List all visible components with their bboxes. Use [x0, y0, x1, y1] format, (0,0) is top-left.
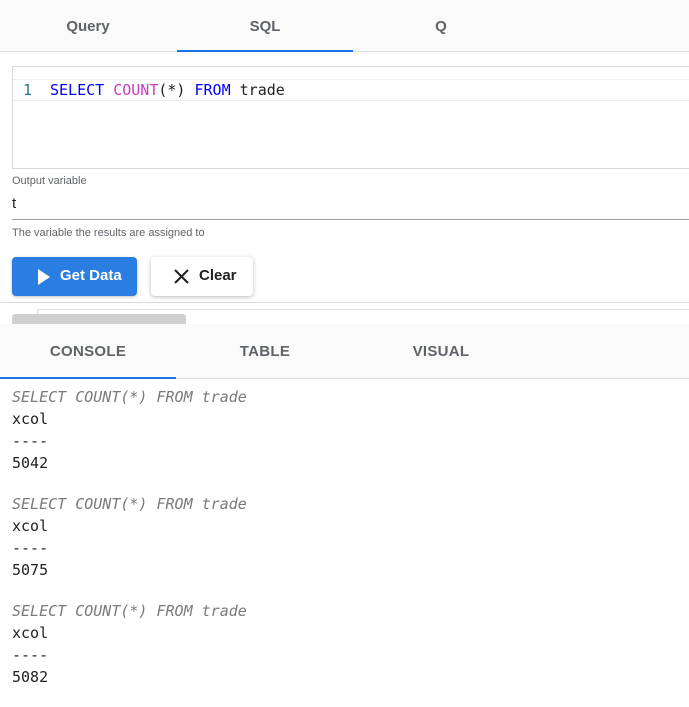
console-query: SELECT COUNT(*) FROM trade	[12, 495, 247, 513]
close-icon	[174, 269, 189, 284]
tab-query-label: Query	[66, 17, 110, 35]
active-tab-indicator	[0, 377, 176, 379]
horizontal-scrollbar-thumb[interactable]	[12, 314, 186, 324]
result-tab-bar: CONSOLE TABLE VISUAL	[0, 324, 689, 379]
get-data-label: Get Data	[60, 267, 122, 284]
output-variable-underline	[12, 219, 689, 220]
count-args: (*)	[158, 81, 186, 99]
console-entry: SELECT COUNT(*) FROM trade xcol ---- 507…	[12, 493, 682, 600]
play-icon	[38, 269, 50, 285]
tab-visual[interactable]: VISUAL	[353, 324, 529, 379]
console-value: 5075	[12, 561, 49, 579]
function-count: COUNT	[113, 81, 159, 99]
tab-visual-label: VISUAL	[412, 343, 470, 360]
tab-q-label: Q	[435, 17, 447, 35]
console-column: xcol	[12, 410, 49, 428]
tab-console[interactable]: CONSOLE	[0, 324, 176, 379]
tab-q[interactable]: Q	[353, 0, 529, 52]
tab-sql[interactable]: SQL	[177, 0, 353, 52]
clear-button[interactable]: Clear	[151, 257, 253, 296]
console-divider: ----	[12, 432, 49, 450]
console-query: SELECT COUNT(*) FROM trade	[12, 388, 247, 406]
tab-table-label: TABLE	[239, 343, 291, 360]
output-variable-label: Output variable	[12, 175, 87, 187]
table-name: trade	[239, 81, 285, 99]
tab-sql-label: SQL	[249, 17, 281, 35]
console-column: xcol	[12, 517, 49, 535]
tab-table[interactable]: TABLE	[177, 324, 353, 379]
tab-console-label: CONSOLE	[49, 343, 127, 360]
clear-label: Clear	[199, 267, 237, 284]
console-entry: SELECT COUNT(*) FROM trade xcol ---- 504…	[12, 386, 682, 493]
console-value: 5082	[12, 668, 49, 686]
active-tab-indicator	[177, 50, 353, 52]
keyword-from: FROM	[194, 81, 231, 99]
console-entry: SELECT COUNT(*) FROM trade xcol ---- 508…	[12, 600, 682, 707]
output-variable-input[interactable]: t	[12, 195, 16, 212]
line-number: 1	[23, 81, 33, 99]
divider	[0, 302, 689, 303]
console-divider: ----	[12, 539, 49, 557]
top-tab-bar: Query SQL Q	[0, 0, 689, 52]
console-query: SELECT COUNT(*) FROM trade	[12, 602, 247, 620]
keyword-select: SELECT	[50, 81, 105, 99]
console-output: SELECT COUNT(*) FROM trade xcol ---- 504…	[12, 386, 682, 707]
code-line[interactable]: SELECT COUNT(*) FROM trade	[50, 79, 285, 101]
console-column: xcol	[12, 624, 49, 642]
console-value: 5042	[12, 454, 49, 472]
output-variable-hint: The variable the results are assigned to	[12, 227, 205, 239]
sql-editor[interactable]: 1 SELECT COUNT(*) FROM trade	[12, 66, 689, 169]
tab-query[interactable]: Query	[0, 0, 176, 52]
console-divider: ----	[12, 646, 49, 664]
get-data-button[interactable]: Get Data	[12, 257, 137, 296]
